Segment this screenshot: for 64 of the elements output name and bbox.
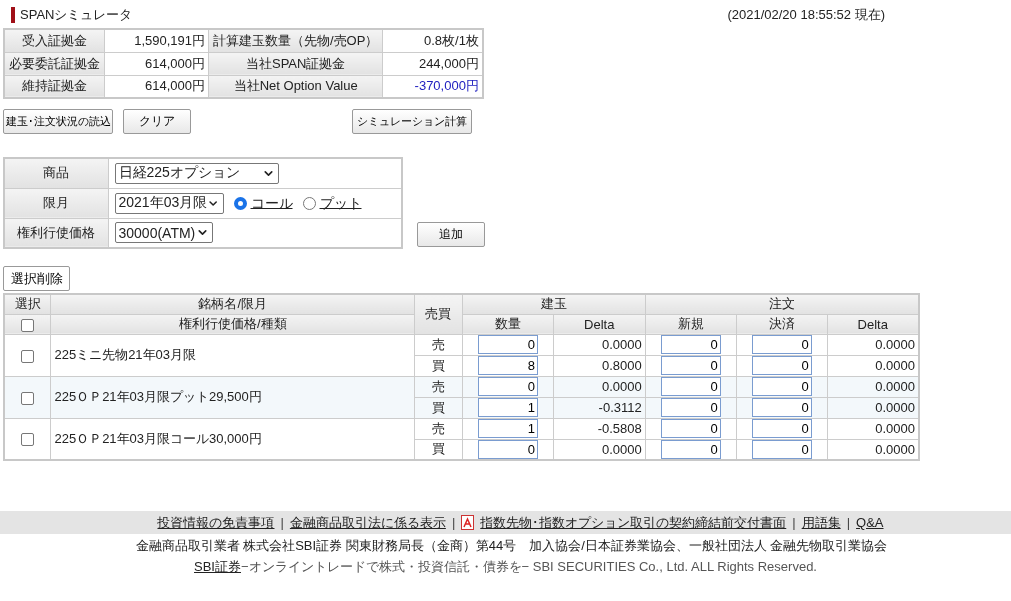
checkbox[interactable] — [21, 433, 35, 447]
summary-value: 1,590,191円 — [104, 29, 209, 52]
close-order-input[interactable]: 0 — [751, 356, 812, 375]
new-order-input[interactable]: 0 — [660, 356, 721, 375]
timestamp: (2021/02/20 18:55:52 現在) — [727, 6, 885, 24]
summary-label: 計算建玉数量（先物/売OP） — [208, 29, 383, 52]
summary-label: 必要委託証拠金 — [4, 52, 105, 75]
footer-link[interactable]: 金融商品取引法に係る表示 — [289, 513, 446, 532]
separator: | — [846, 515, 851, 530]
calculate-button[interactable]: シミュレーション計算 — [352, 109, 472, 134]
page-title: SPANシミュレータ — [11, 7, 133, 23]
strike-select[interactable]: 30000(ATM) — [114, 222, 213, 244]
column-header: 注文 — [645, 294, 919, 314]
form-label: 商品 — [4, 158, 108, 188]
form-label: 限月 — [4, 188, 108, 218]
checkbox[interactable] — [21, 391, 35, 405]
summary-label: 受入証拠金 — [4, 29, 105, 52]
checkbox[interactable] — [21, 349, 35, 363]
summary-label: 当社SPAN証拠金 — [208, 52, 383, 75]
quantity-input[interactable]: 1 — [477, 419, 538, 438]
column-header: 売買 — [414, 294, 463, 334]
new-order-input[interactable]: 0 — [660, 377, 721, 396]
quantity-input[interactable]: 8 — [477, 356, 538, 375]
close-order-input[interactable]: 0 — [751, 419, 812, 438]
company-link[interactable]: SBI証券 — [194, 558, 241, 576]
quantity-input[interactable]: 0 — [477, 335, 538, 354]
footer-link[interactable]: 用語集 — [801, 513, 841, 532]
clear-button[interactable]: クリア — [123, 109, 191, 134]
close-order-input[interactable]: 0 — [751, 398, 812, 417]
month-select[interactable]: 2021年03月限 — [114, 192, 224, 214]
quantity-input[interactable]: 0 — [477, 377, 538, 396]
instrument-name: 225ミニ先物21年03月限 — [50, 334, 415, 376]
close-order-input[interactable]: 0 — [751, 335, 812, 354]
radio-button[interactable] — [233, 196, 247, 210]
option-label[interactable]: コール — [250, 194, 293, 210]
checkbox[interactable] — [21, 318, 35, 332]
separator: | — [280, 515, 284, 530]
quantity-input[interactable]: 1 — [477, 398, 538, 417]
new-order-input[interactable]: 0 — [660, 419, 721, 438]
separator: | — [451, 515, 456, 530]
pdf-icon — [461, 515, 475, 530]
summary-label: 当社Net Option Value — [208, 75, 383, 98]
copyright-text: −オンライントレードで株式・投資信託・債券を− SBI SECURITIES Co., Ltd. ALL Rights Reserved. — [241, 559, 817, 574]
instrument-name: 225ＯＰ21年03月限プット29,500円 — [50, 376, 415, 418]
add-button[interactable]: 追加 — [417, 222, 485, 247]
close-order-input[interactable]: 0 — [751, 377, 812, 396]
column-header: 建玉 — [462, 294, 646, 314]
new-order-input[interactable]: 0 — [660, 398, 721, 417]
option-label[interactable]: プット — [319, 194, 362, 210]
product-select[interactable]: 日経225オプション — [114, 162, 279, 184]
separator: | — [792, 515, 796, 530]
form-label: 権利行使価格 — [4, 218, 108, 248]
registration-text: 金融商品取引業者 株式会社SBI証券 関東財務局長（金商）第44号 加入協会/日本証券業協会、一般社団法人 金融先物取引業協会 — [134, 537, 888, 555]
load-button[interactable]: 建玉･注文状況の読込 — [3, 109, 113, 134]
footer-link[interactable]: Q&A — [856, 515, 884, 530]
instrument-name: 225ＯＰ21年03月限コール30,000円 — [50, 418, 415, 460]
column-header: 銘柄名/限月 — [50, 294, 415, 314]
footer-link[interactable]: 投資情報の免責事項 — [157, 513, 275, 532]
footer-link[interactable]: 指数先物･指数オプション取引の契約締結前交付書面 — [480, 513, 787, 532]
summary-label: 維持証拠金 — [4, 75, 105, 98]
summary-value: 614,000円 — [104, 52, 209, 75]
column-header: 選択 — [4, 294, 51, 314]
delete-selected-button[interactable]: 選択削除 — [3, 266, 70, 291]
new-order-input[interactable]: 0 — [660, 335, 721, 354]
